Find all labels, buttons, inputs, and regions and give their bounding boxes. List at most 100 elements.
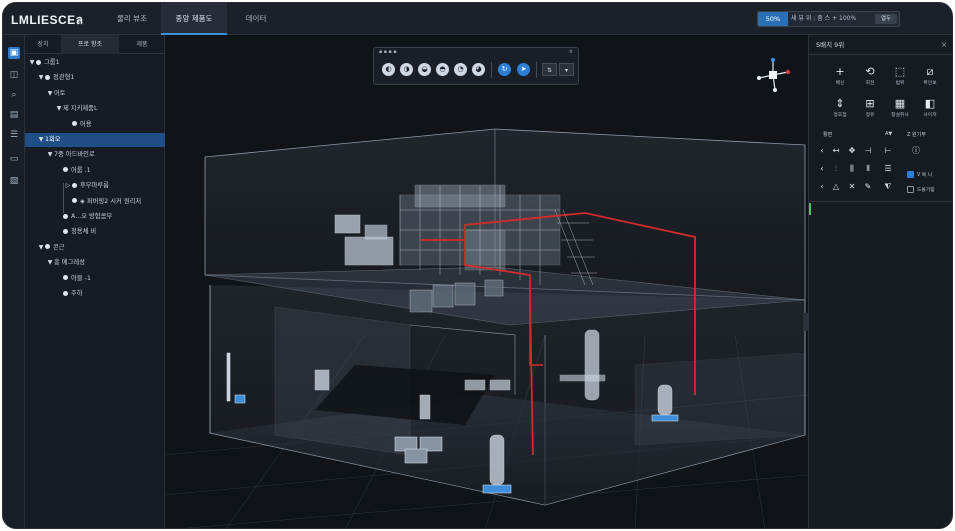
checkbox-unchecked-icon[interactable] [907, 186, 914, 193]
tool-button[interactable]: ◧ 사이저 [915, 97, 945, 123]
tree-item[interactable]: ▼ 7중 아드바인로 [25, 148, 165, 162]
close-icon[interactable]: × [569, 49, 573, 55]
tree-item[interactable]: 어룹 .1 [25, 164, 165, 178]
spacing-icon[interactable]: ⫴ [861, 163, 875, 175]
tree-item[interactable]: ▼ 그룹1 [25, 56, 165, 70]
tab-central-products[interactable]: 중앙 제품도 [161, 3, 227, 35]
tree-item[interactable]: 주하 [25, 287, 165, 301]
tool-button[interactable]: ⟲ 회전 [855, 65, 885, 91]
fly-icon[interactable]: ➤ [517, 63, 530, 76]
cube-icon[interactable]: ◫ [8, 69, 20, 81]
close-icon[interactable]: × [941, 35, 947, 55]
tool-button[interactable]: ▦ 항설취사 [885, 97, 915, 123]
tree-item[interactable]: 아블 -1 [25, 272, 165, 286]
arrow-left-icon[interactable]: ‹ [815, 145, 829, 157]
tree-item-label: 아블 -1 [71, 274, 91, 282]
tree-item[interactable]: ▼ 흥 에그레성 [25, 256, 165, 270]
tree-item-label: 제 지키제품L [63, 105, 98, 113]
settings-doc-icon[interactable]: ▧ [8, 175, 20, 187]
expand-toggle-icon[interactable]: ▼ [46, 87, 54, 101]
folder-icon[interactable]: ▭ [8, 153, 20, 165]
app-window: LMLIESCEล 물리 뷰조 중앙 제품도 데이터 50% 새 뷰 위 : 줌… [2, 2, 953, 529]
lower-level-structure [209, 285, 806, 506]
expand-toggle-icon[interactable]: ▼ [37, 71, 45, 85]
checkbox-label: 드볼기림 [917, 188, 935, 193]
tab-data[interactable]: 데이터 [229, 3, 283, 35]
tool-button[interactable]: ⇕ 정조점 [825, 97, 855, 123]
view-top-icon[interactable]: ◔ [454, 63, 467, 76]
tree-item[interactable]: ▼ 콘근 [25, 241, 165, 255]
mirror-icon[interactable]: ⧨ [881, 181, 895, 193]
dropdown-icon[interactable]: ▾ [559, 63, 574, 76]
center-icon[interactable]: ✥ [845, 145, 859, 157]
tool-icon: ⬚ [894, 65, 906, 78]
tree-item-label: 어용 [80, 120, 92, 128]
pen-icon[interactable]: ✎ [861, 181, 875, 193]
expand-toggle-icon[interactable]: ▼ [55, 102, 63, 116]
tree-item[interactable]: ▼ 정관형1 [25, 71, 165, 85]
orbit-icon[interactable]: ↻ [498, 63, 511, 76]
list-icon[interactable]: ☰ [8, 129, 20, 141]
node-icon [36, 59, 41, 65]
distribute-icon[interactable]: ⫶ [829, 163, 843, 175]
info-icon[interactable]: ⓘ [909, 145, 923, 157]
tab-physical-view[interactable]: 물리 뷰조 [103, 3, 161, 35]
checkbox-option[interactable]: V 목 니 [907, 171, 932, 178]
expand-toggle-icon[interactable]: ▼ [46, 256, 54, 270]
tree-item-label: 흥 에그레성 [54, 259, 85, 267]
caret-left-icon[interactable]: ‹ [815, 181, 829, 193]
checkbox-checked-icon[interactable] [907, 171, 914, 178]
tree-item[interactable]: ▼ 1회오 [25, 133, 165, 147]
view-left-icon[interactable]: ◒ [418, 63, 431, 76]
tree-tab-devices[interactable]: 장치 [25, 35, 61, 54]
expand-toggle-icon[interactable]: ▼ [37, 241, 45, 255]
triangle-icon[interactable]: △ [829, 181, 843, 193]
tool-button[interactable]: ⬚ 범위 [885, 65, 915, 91]
tool-label: 정조점 [833, 113, 847, 118]
cross-icon[interactable]: ✕ [845, 181, 859, 193]
tree-tab-process[interactable]: 프로 항조 [61, 35, 119, 54]
zoom-percent[interactable]: 50% [758, 12, 788, 26]
tree-item[interactable]: ◈ 퍼버링2 시커 원리저 [25, 195, 165, 209]
3d-viewport[interactable]: ▪ ▪ ▪ ▪ × ◐ ◑ ◒ ◓ ◔ ◕ ↻ ➤ ⇅ ▾ [165, 35, 808, 528]
tool-button[interactable]: ⧄ 확인보 [915, 65, 945, 91]
expand-toggle-icon[interactable]: ▼ [46, 148, 54, 162]
align-right-icon[interactable]: ⊣ [861, 145, 875, 157]
checkbox-label: V 목 니 [917, 173, 933, 178]
equal-space-icon[interactable]: ☰ [881, 163, 895, 175]
tree-item-label: 7중 아드바인로 [54, 151, 95, 159]
tool-label: 확인보 [923, 81, 937, 86]
node-icon [63, 228, 68, 234]
search-object-icon[interactable]: ⌕ [8, 89, 20, 101]
view-iso-icon[interactable]: ◕ [472, 63, 485, 76]
tree-item[interactable]: ▼ 어토 [25, 87, 165, 101]
view-front-icon[interactable]: ◐ [382, 63, 395, 76]
view-right-icon[interactable]: ◓ [436, 63, 449, 76]
tree-item[interactable]: 어용 [25, 118, 165, 132]
tool-icon: ⧄ [926, 65, 934, 78]
tool-button[interactable]: + 배신 [825, 65, 855, 91]
zoom-apply-button[interactable]: 열두 [875, 14, 897, 24]
layers-icon[interactable]: ▣ [8, 47, 20, 59]
checkbox-option[interactable]: 드볼기림 [907, 186, 935, 193]
section-label: 활편 [823, 132, 833, 138]
expand-toggle-icon[interactable]: ▼ [37, 133, 45, 147]
align-bar-icon[interactable]: ⊢ [881, 145, 895, 157]
node-icon [45, 244, 50, 250]
tree-item[interactable]: 정용체 비 [25, 225, 165, 239]
navigation-gizmo-icon[interactable] [755, 57, 791, 93]
tree-item-label: 후부마루룸 [80, 182, 109, 190]
tree-item[interactable]: A...오 방험콤부 [25, 210, 165, 224]
expand-toggle-icon[interactable]: ▷ [64, 179, 72, 193]
view-back-icon[interactable]: ◑ [400, 63, 413, 76]
tool-button[interactable]: ⊞ 정유 [855, 97, 885, 123]
tree-tab-products[interactable]: 제품 [119, 35, 165, 54]
tree-item[interactable]: ▷ 후부마루룸 [25, 179, 165, 193]
tree-item[interactable]: ▼ 제 지키제품L [25, 102, 165, 116]
arrow-left-bar-icon[interactable]: ↤ [829, 145, 843, 157]
distribute-v-icon[interactable]: ⫼ [845, 163, 859, 175]
arrow-left-small-icon[interactable]: ‹ [815, 163, 829, 175]
table-icon[interactable]: ▤ [8, 109, 20, 121]
expand-toggle-icon[interactable]: ▼ [28, 56, 36, 70]
swap-icon[interactable]: ⇅ [542, 63, 557, 76]
